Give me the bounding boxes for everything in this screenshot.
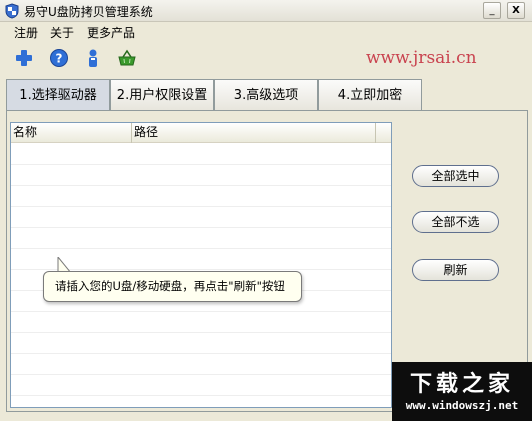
insert-drive-tooltip: 请插入您的U盘/移动硬盘，再点击"刷新"按钮 xyxy=(43,271,302,302)
logo-title: 下载之家 xyxy=(409,372,514,397)
minimize-button[interactable]: _ xyxy=(483,2,501,19)
site-logo: 下载之家 www.windowszj.net xyxy=(392,362,532,421)
watermark-url: www.jrsai.cn xyxy=(366,48,477,68)
menu-about[interactable]: 关于 xyxy=(50,24,74,41)
close-button[interactable]: X xyxy=(507,2,525,19)
select-all-button[interactable]: 全部选中 xyxy=(412,165,499,187)
menu-register[interactable]: 注册 xyxy=(14,24,38,41)
refresh-button[interactable]: 刷新 xyxy=(412,259,499,281)
basket-icon[interactable] xyxy=(116,47,138,69)
help-icon[interactable]: ? xyxy=(48,47,70,69)
logo-url: www.windowszj.net xyxy=(405,399,519,412)
shield-app-icon xyxy=(5,3,19,19)
menu-more-products[interactable]: 更多产品 xyxy=(87,24,135,41)
tab-advanced-options[interactable]: 3.高级选项 xyxy=(214,79,318,111)
title-bar: 易守U盘防拷贝管理系统 _ X xyxy=(0,0,532,22)
tab-select-drive[interactable]: 1.选择驱动器 xyxy=(6,79,110,111)
toolbar: ? www.jrsai.cn xyxy=(0,44,532,74)
user-icon[interactable] xyxy=(82,47,104,69)
tab-user-permissions[interactable]: 2.用户权限设置 xyxy=(110,79,214,111)
select-none-button[interactable]: 全部不选 xyxy=(412,211,499,233)
column-name-header[interactable]: 名称 xyxy=(11,123,132,143)
list-header: 名称 路径 xyxy=(11,123,391,143)
tab-encrypt-now[interactable]: 4.立即加密 xyxy=(318,79,422,111)
plus-icon[interactable] xyxy=(13,47,35,69)
column-path-header[interactable]: 路径 xyxy=(132,123,376,143)
svg-text:?: ? xyxy=(56,52,63,66)
menu-bar: 注册 关于 更多产品 xyxy=(0,22,532,42)
window-title: 易守U盘防拷贝管理系统 xyxy=(24,5,153,19)
